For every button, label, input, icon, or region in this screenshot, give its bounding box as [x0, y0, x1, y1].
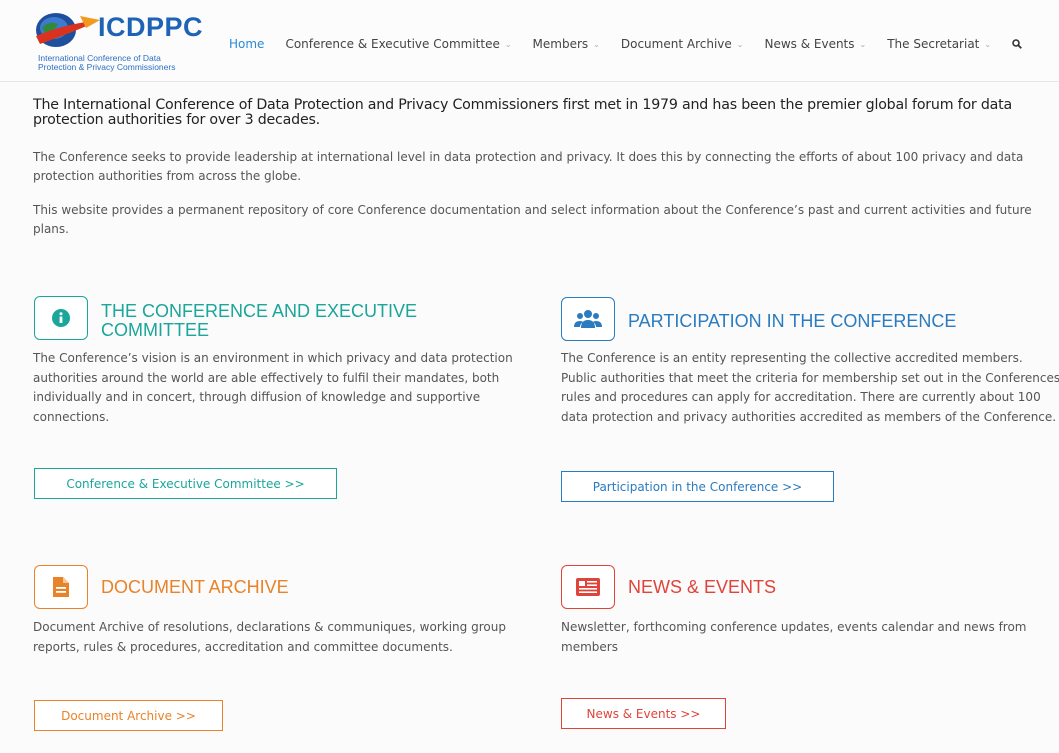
chevron-down-icon: ⌄: [984, 39, 992, 49]
site-logo[interactable]: ICDPPC International Conference of Data …: [34, 10, 209, 76]
nav-news-events[interactable]: News & Events ⌄: [764, 37, 866, 51]
nav-members[interactable]: Members ⌄: [533, 37, 600, 51]
users-group-icon: [561, 297, 615, 341]
section-text-conference: The Conference’s vision is an environmen…: [33, 351, 513, 424]
intro-heading: The International Conference of Data Pro…: [33, 97, 1013, 128]
section-title-conference: THE CONFERENCE AND EXECUTIVE COMMITTEE: [101, 302, 481, 340]
conference-executive-committee-button[interactable]: Conference & Executive Committee >>: [34, 468, 337, 499]
logo-subtitle-line-2: Protection & Privacy Commissioners: [38, 62, 176, 72]
nav-document-archive[interactable]: Document Archive ⌄: [621, 37, 744, 51]
intro-paragraph-1: The Conference seeks to provide leadersh…: [33, 150, 1024, 183]
nav-home-label: Home: [229, 37, 265, 51]
news-events-button[interactable]: News & Events >>: [561, 698, 726, 729]
chevron-down-icon: ⌄: [859, 39, 867, 49]
nav-news-events-label: News & Events: [764, 37, 855, 51]
logo-title: ICDPPC: [98, 12, 204, 42]
logo-subtitle: International Conference of Data Protect…: [38, 54, 175, 72]
newspaper-icon: [561, 565, 615, 609]
search-icon[interactable]: [1012, 39, 1023, 49]
participation-in-conference-button[interactable]: Participation in the Conference >>: [561, 471, 834, 502]
chevron-down-icon: ⌄: [736, 39, 744, 49]
document-archive-button[interactable]: Document Archive >>: [34, 700, 223, 731]
section-title-participation: PARTICIPATION IN THE CONFERENCE: [628, 311, 957, 331]
nav-conference[interactable]: Conference & Executive Committee ⌄: [285, 37, 511, 51]
chevron-down-icon: ⌄: [504, 39, 512, 49]
globe-logo-icon: [36, 13, 100, 47]
chevron-down-icon: ⌄: [593, 39, 600, 49]
section-text-document-archive: Document Archive of resolutions, declara…: [33, 620, 506, 654]
info-circle-icon: [34, 296, 88, 340]
section-text-participation: The Conference is an entity representing…: [561, 351, 1059, 424]
nav-secretariat-label: The Secretariat: [887, 37, 980, 51]
nav-members-label: Members: [532, 37, 589, 51]
nav-home[interactable]: Home: [229, 37, 264, 51]
main-nav: Home Conference & Executive Committee ⌄ M…: [229, 37, 1023, 51]
nav-secretariat[interactable]: The Secretariat ⌄: [887, 37, 991, 51]
section-title-conference-line-1: THE CONFERENCE AND EXECUTIVE: [101, 301, 418, 321]
site-header: ICDPPC International Conference of Data …: [0, 0, 1059, 82]
document-icon: [34, 565, 88, 609]
section-text-news-events: Newsletter, forthcoming conference updat…: [561, 620, 1027, 654]
section-title-news-events: NEWS & EVENTS: [628, 577, 777, 597]
section-title-conference-line-2: COMMITTEE: [101, 320, 209, 340]
section-title-document-archive: DOCUMENT ARCHIVE: [101, 577, 289, 597]
intro-paragraph-2: This website provides a permanent reposi…: [33, 203, 1032, 236]
nav-conference-label: Conference & Executive Committee: [285, 37, 500, 51]
nav-document-archive-label: Document Archive: [620, 37, 732, 51]
